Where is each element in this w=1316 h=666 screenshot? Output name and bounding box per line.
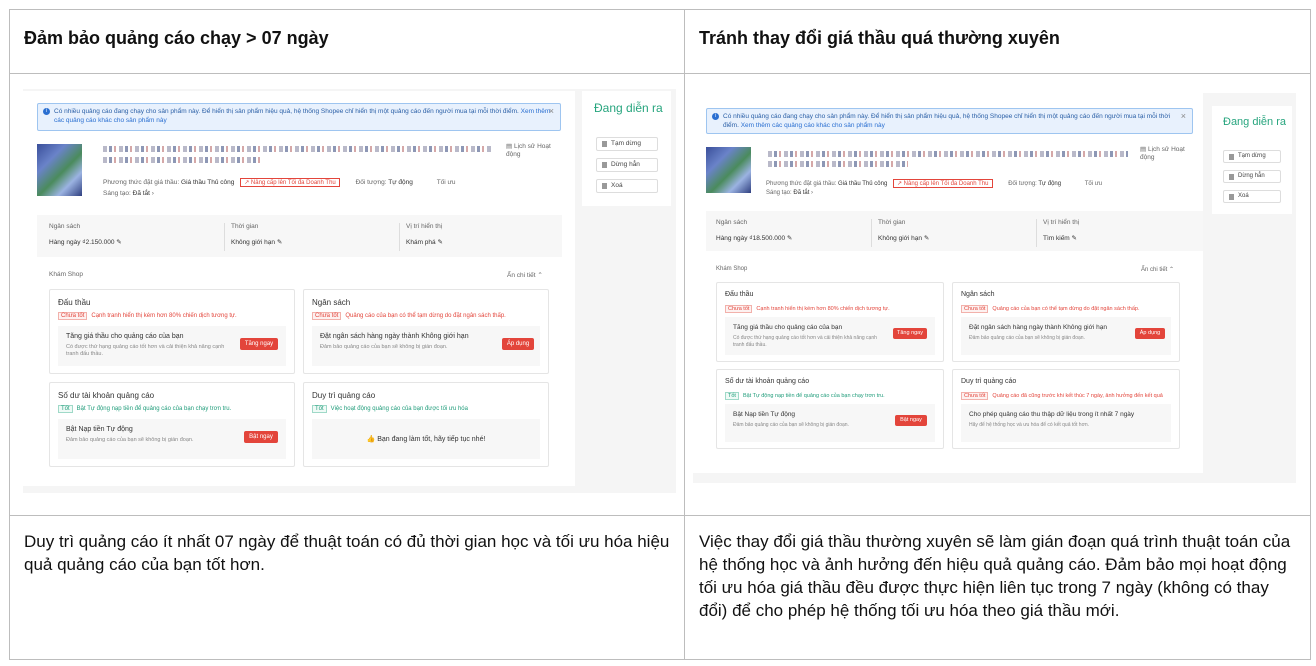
see-other-ads-link[interactable]: Xem thêm các quảng cáo khác cho sản phẩm… xyxy=(741,122,885,129)
budget-card: Ngân sách Chưa tốt Quảng cáo của bạn có t… xyxy=(303,289,549,374)
close-icon[interactable]: × xyxy=(549,107,554,116)
caption-right: Việc thay đổi giá thầu thường xuyên sẽ l… xyxy=(699,532,1291,620)
multi-ad-notice: i Có nhiều quảng cáo đang chạy cho sản p… xyxy=(706,108,1193,134)
info-icon: i xyxy=(712,113,719,120)
balance-card: Số dư tài khoản quảng cáo Tốt Bật Tự động… xyxy=(49,382,295,467)
bid-card: Đấu thầu Chưa tốt Cạnh tranh hiển thị kém… xyxy=(49,289,295,374)
collapse-link[interactable]: Ẩn chi tiết ⌃ xyxy=(507,271,543,279)
delete-button[interactable]: Xoá xyxy=(1223,190,1281,203)
good-job-message: 👍 Bạn đang làm tốt, hãy tiếp tục nhé! xyxy=(366,436,486,443)
enable-topup-button[interactable]: Bật ngay xyxy=(895,415,927,426)
close-icon[interactable]: × xyxy=(1181,112,1186,121)
status-running: Đang diễn ra xyxy=(1223,116,1286,128)
pause-button[interactable]: Tạm dừng xyxy=(596,137,658,151)
bid-card: Đấu thầu Chưa tốt Cạnh tranh hiển thị kém… xyxy=(716,282,944,362)
budget-card: Ngân sách Chưa tốt Quảng cáo của bạn có t… xyxy=(952,282,1180,362)
bid-method-row: Phương thức đặt giá thầu: Giá thầu Thủ c… xyxy=(103,178,456,187)
product-name-blurred xyxy=(103,157,263,163)
pause-icon xyxy=(1229,154,1234,160)
header-left: Đảm bảo quảng cáo chạy > 07 ngày xyxy=(24,28,329,48)
stats-bar: Ngân sách Hàng ngày ₫2.150.000 ✎ Thời gia… xyxy=(37,215,562,257)
balance-card: Số dư tài khoản quảng cáo Tốt Bật Tự động… xyxy=(716,369,944,449)
stop-icon xyxy=(1229,174,1234,180)
left-screenshot: i Có nhiều quảng cáo đang chạy cho sản p… xyxy=(23,89,676,493)
creative-row: Sáng tạo: Đã tắt › xyxy=(766,190,814,196)
header-divider xyxy=(10,73,1310,74)
campaign-card: i Có nhiều quảng cáo đang chạy cho sản p… xyxy=(23,91,575,486)
apply-budget-button[interactable]: Áp dụng xyxy=(502,338,534,350)
delete-button[interactable]: Xoá xyxy=(596,179,658,193)
history-link[interactable]: ▤ Lịch sử Hoạt động xyxy=(1140,146,1198,162)
position-value[interactable]: Tìm kiếm ✎ xyxy=(1043,234,1079,242)
explore-label: Khám Shop xyxy=(49,271,83,278)
creative-row: Sáng tạo: Đã tắt › xyxy=(103,190,154,197)
product-name-blurred xyxy=(768,151,1128,157)
time-value[interactable]: Không giới hạn ✎ xyxy=(878,234,929,242)
stop-button[interactable]: Dừng hẳn xyxy=(1223,170,1281,183)
increase-bid-button[interactable]: Tăng ngay xyxy=(240,338,278,350)
upgrade-button[interactable]: ↗ Nâng cấp lên Tối đa Doanh Thu xyxy=(892,179,993,188)
status-panel: Đang diễn ra Tạm dừng Dừng hẳn Xoá xyxy=(582,91,671,206)
history-link[interactable]: ▤ Lịch sử Hoạt động xyxy=(506,143,566,159)
stop-button[interactable]: Dừng hẳn xyxy=(596,158,658,172)
header-right: Tránh thay đổi giá thầu quá thường xuyên xyxy=(699,28,1060,48)
pause-icon xyxy=(602,141,607,147)
product-name-blurred xyxy=(768,161,908,167)
status-panel: Đang diễn ra Tạm dừng Dừng hẳn Xoá xyxy=(1212,106,1292,214)
campaign-card: i Có nhiều quảng cáo đang chạy cho sản p… xyxy=(693,93,1203,473)
info-icon: i xyxy=(43,108,50,115)
budget-value[interactable]: Hàng ngày ₫2.150.000 ✎ xyxy=(49,238,122,246)
product-thumbnail xyxy=(37,144,82,196)
time-value[interactable]: Không giới hạn ✎ xyxy=(231,238,282,246)
multi-ad-notice: i Có nhiều quảng cáo đang chạy cho sản p… xyxy=(37,103,561,131)
collapse-link[interactable]: Ẩn chi tiết ⌃ xyxy=(1141,266,1174,273)
bid-method-row: Phương thức đặt giá thầu: Giá thầu Thủ c… xyxy=(766,179,1103,188)
stats-bar: Ngân sách Hàng ngày ₫18.500.000 ✎ Thời gi… xyxy=(706,211,1203,251)
increase-bid-button[interactable]: Tăng ngay xyxy=(893,328,927,339)
explore-label: Khám Shop xyxy=(716,266,748,272)
status-running: Đang diễn ra xyxy=(594,101,663,115)
comparison-table: Đảm bảo quảng cáo chạy > 07 ngày Tránh t… xyxy=(9,9,1311,660)
right-screenshot: i Có nhiều quảng cáo đang chạy cho sản p… xyxy=(693,93,1296,483)
maintain-card: Duy trì quảng cáo Tốt Việc hoạt động quản… xyxy=(303,382,549,467)
upgrade-button[interactable]: ↗ Nâng cấp lên Tối đa Doanh Thu xyxy=(240,178,340,187)
trash-icon xyxy=(1229,194,1234,200)
budget-value[interactable]: Hàng ngày ₫18.500.000 ✎ xyxy=(716,234,792,242)
pause-button[interactable]: Tạm dừng xyxy=(1223,150,1281,163)
trash-icon xyxy=(602,183,607,189)
apply-budget-button[interactable]: Áp dụng xyxy=(1135,328,1165,339)
caption-left: Duy trì quảng cáo ít nhất 07 ngày để thu… xyxy=(24,532,670,574)
stop-icon xyxy=(602,162,607,168)
maintain-card: Duy trì quảng cáo Chưa tốt Quảng cáo đã c… xyxy=(952,369,1180,449)
position-value[interactable]: Khám phá ✎ xyxy=(406,238,443,246)
product-thumbnail xyxy=(706,147,751,193)
enable-topup-button[interactable]: Bật ngay xyxy=(244,431,278,443)
product-name-blurred xyxy=(103,146,493,152)
